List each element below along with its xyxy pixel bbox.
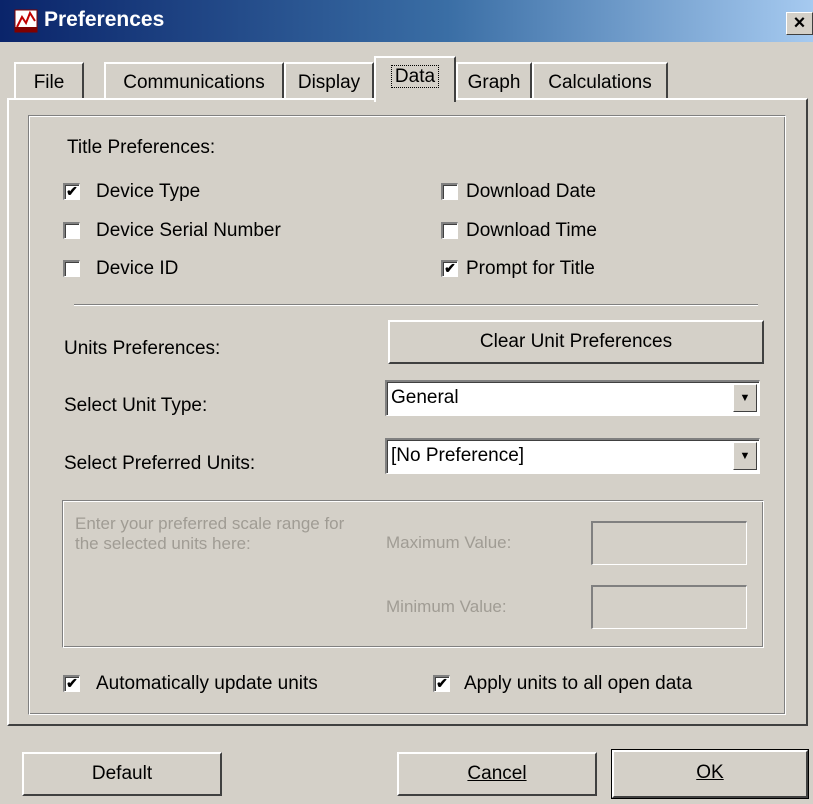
units-preferences-heading: Units Preferences: (64, 338, 221, 359)
download-time-label[interactable]: Download Time (466, 220, 597, 242)
auto-update-units-checkbox[interactable]: ✔ (63, 675, 80, 692)
device-id-checkbox[interactable] (63, 260, 80, 277)
separator (74, 304, 758, 306)
tab-label: Communications (123, 72, 265, 93)
tab-graph[interactable]: Graph (456, 62, 532, 100)
tab-label: Calculations (548, 72, 652, 93)
select-preferred-units-label: Select Preferred Units: (64, 453, 256, 474)
tab-file[interactable]: File (14, 62, 84, 100)
download-date-label[interactable]: Download Date (466, 181, 596, 203)
download-time-checkbox[interactable] (441, 222, 458, 239)
device-serial-label[interactable]: Device Serial Number (96, 220, 281, 242)
device-id-label[interactable]: Device ID (96, 258, 178, 280)
ok-button-label: OK (696, 762, 724, 783)
scale-instruction: Enter your preferred scale range for the… (75, 514, 345, 553)
minimum-value-label: Minimum Value: (386, 597, 507, 616)
clear-unit-preferences-button[interactable]: Clear Unit Preferences (388, 320, 764, 364)
tab-display[interactable]: Display (284, 62, 374, 100)
preferred-units-value: [No Preference] (391, 445, 525, 466)
select-unit-type-label: Select Unit Type: (64, 395, 208, 416)
download-date-checkbox[interactable] (441, 183, 458, 200)
tab-calculations[interactable]: Calculations (532, 62, 668, 100)
app-icon (14, 9, 38, 33)
tab-label: Graph (467, 72, 521, 93)
device-type-label[interactable]: Device Type (96, 181, 200, 203)
tab-label: File (33, 72, 65, 93)
minimum-value-input[interactable] (591, 585, 747, 629)
maximum-value-input[interactable] (591, 521, 747, 565)
prompt-title-label[interactable]: Prompt for Title (466, 258, 595, 280)
device-type-checkbox[interactable]: ✔ (63, 183, 80, 200)
auto-update-units-label[interactable]: Automatically update units (96, 673, 318, 695)
device-serial-checkbox[interactable] (63, 222, 80, 239)
tab-label: Display (297, 72, 361, 93)
default-button[interactable]: Default (22, 752, 222, 796)
prompt-title-checkbox[interactable]: ✔ (441, 260, 458, 277)
cancel-button-label: Cancel (467, 763, 527, 784)
chevron-down-icon[interactable]: ▼ (733, 384, 757, 412)
close-button[interactable]: × (786, 12, 813, 35)
preferred-units-select[interactable]: [No Preference] ▼ (385, 438, 760, 474)
title-preferences-heading: Title Preferences: (67, 137, 216, 158)
chevron-down-icon[interactable]: ▼ (733, 442, 757, 470)
tab-label: Data (390, 65, 440, 88)
maximum-value-label: Maximum Value: (386, 533, 512, 552)
cancel-button[interactable]: Cancel (397, 752, 597, 796)
apply-units-checkbox[interactable]: ✔ (433, 675, 450, 692)
tab-data[interactable]: Data (374, 56, 456, 102)
unit-type-select[interactable]: General ▼ (385, 380, 760, 416)
tab-communications[interactable]: Communications (104, 62, 284, 100)
apply-units-label[interactable]: Apply units to all open data (464, 673, 692, 695)
unit-type-value: General (391, 387, 459, 408)
window-title: Preferences (44, 8, 165, 31)
ok-button[interactable]: OK (611, 749, 809, 799)
